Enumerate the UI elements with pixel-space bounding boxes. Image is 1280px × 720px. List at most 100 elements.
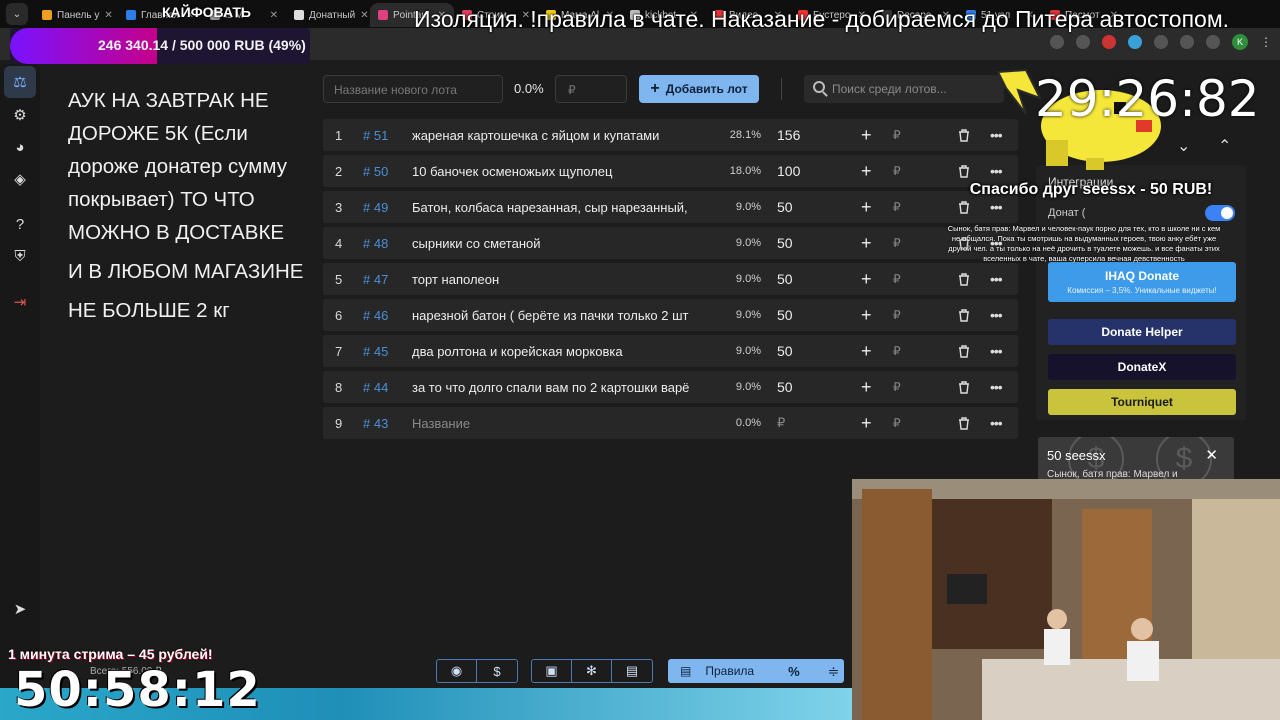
donation-service-button[interactable]: Tourniquet [1048, 389, 1236, 415]
layers-icon[interactable]: ◈ [10, 169, 30, 189]
donate-toggle[interactable] [1205, 205, 1235, 221]
trash-icon[interactable] [958, 128, 970, 142]
lot-amount: 50 [777, 235, 793, 251]
lot-id[interactable]: # 45 [363, 344, 388, 359]
dollar-icon[interactable]: $ [477, 660, 517, 682]
amount-input[interactable]: ₽ [893, 200, 901, 214]
extension-icon[interactable] [1154, 35, 1168, 49]
lot-id[interactable]: # 50 [363, 164, 388, 179]
lot-id[interactable]: # 48 [363, 236, 388, 251]
new-lot-name-input[interactable]: Название нового лота [323, 75, 503, 103]
lot-name[interactable]: два ролтона и корейская морковка [412, 344, 714, 359]
tab-search-button[interactable]: ⌄ [6, 3, 28, 25]
lot-id[interactable]: # 49 [363, 200, 388, 215]
save-icon[interactable]: ▣ [532, 660, 572, 682]
lot-name[interactable]: сырники со сметаной [412, 236, 714, 251]
add-amount-icon[interactable]: + [861, 233, 872, 254]
percent-icon[interactable]: % [788, 664, 800, 679]
add-amount-icon[interactable]: + [861, 305, 872, 326]
browser-tab[interactable]: Донатный ✕ [286, 3, 370, 27]
more-options-icon[interactable]: ••• [990, 415, 1003, 431]
download-icon[interactable] [1206, 35, 1220, 49]
lot-id[interactable]: # 43 [363, 416, 388, 431]
add-amount-icon[interactable]: + [861, 125, 872, 146]
settings-gear-icon[interactable]: ⚙ [10, 105, 30, 125]
shield-icon[interactable]: ⛨ [10, 246, 30, 266]
lot-name[interactable]: Название [412, 416, 714, 431]
adblock-icon[interactable] [1102, 35, 1116, 49]
lot-id[interactable]: # 47 [363, 272, 388, 287]
rules-button[interactable]: ▤ Правила % ≑ [668, 659, 844, 683]
add-amount-icon[interactable]: + [861, 269, 872, 290]
add-amount-icon[interactable]: + [861, 341, 872, 362]
extension-icon[interactable] [1128, 35, 1142, 49]
logout-icon[interactable]: ⇥ [10, 292, 30, 312]
auction-gavel-icon[interactable]: ⚖ [4, 66, 36, 98]
lot-id[interactable]: # 44 [363, 380, 388, 395]
donation-service-button[interactable]: Donate Helper [1048, 319, 1236, 345]
new-lot-percent: 0.0% [514, 81, 544, 96]
close-icon[interactable]: ✕ [1205, 446, 1218, 464]
trash-icon[interactable] [958, 200, 970, 214]
lot-search-input[interactable]: Поиск среди лотов... [804, 75, 1004, 103]
add-lot-button[interactable]: + Добавить лот [639, 75, 759, 103]
new-lot-amount-input[interactable]: ₽ [555, 75, 627, 103]
more-options-icon[interactable]: ••• [990, 343, 1003, 359]
bookmark-star-icon[interactable] [1076, 35, 1090, 49]
amount-input[interactable]: ₽ [893, 128, 901, 142]
wheel-icon[interactable]: ◕ [10, 137, 30, 157]
lot-name[interactable]: Батон, колбаса нарезанная, сыр нарезанны… [412, 200, 714, 215]
lot-amount: 50 [777, 271, 793, 287]
lot-id[interactable]: # 46 [363, 308, 388, 323]
trash-icon[interactable] [958, 164, 970, 178]
amount-input[interactable]: ₽ [893, 416, 901, 430]
lot-name[interactable]: торт наполеон [412, 272, 714, 287]
menu-icon[interactable]: ⋮ [1260, 35, 1272, 49]
rules-line: АУК НА ЗАВТРАК НЕ ДОРОЖЕ 5К (Если дороже… [68, 89, 287, 244]
trash-icon[interactable] [958, 416, 970, 430]
trash-icon[interactable] [958, 308, 970, 322]
github-icon[interactable]: ◉ [437, 660, 477, 682]
clear-icon[interactable]: ▤ [612, 660, 652, 682]
amount-input[interactable]: ₽ [893, 380, 901, 394]
close-tab-icon[interactable]: ✕ [360, 10, 368, 21]
more-options-icon[interactable]: ••• [990, 379, 1003, 395]
amount-input[interactable]: ₽ [893, 308, 901, 322]
donation-service-button[interactable]: IHAQ Donate Комиссия – 3,5%. Уникальные в… [1048, 262, 1236, 302]
help-icon[interactable]: ? [10, 214, 30, 234]
telegram-icon[interactable]: ➤ [10, 599, 30, 619]
lot-name[interactable]: нарезной батон ( берёте из пачки только … [412, 308, 714, 323]
profile-avatar[interactable]: K [1232, 34, 1248, 50]
service-title: Tourniquet [1111, 395, 1173, 409]
add-amount-icon[interactable]: + [861, 377, 872, 398]
lot-name[interactable]: 10 баночек осменожьих щуполец [412, 164, 714, 179]
lot-id[interactable]: # 51 [363, 128, 388, 143]
trash-icon[interactable] [958, 344, 970, 358]
chevron-down-icon[interactable]: ⌄ [1177, 136, 1190, 156]
amount-input[interactable]: ₽ [893, 272, 901, 286]
browser-tab[interactable]: Панель у ✕ [34, 3, 118, 27]
add-amount-icon[interactable]: + [861, 161, 872, 182]
more-options-icon[interactable]: ••• [990, 271, 1003, 287]
more-options-icon[interactable]: ••• [990, 199, 1003, 215]
chevron-up-icon[interactable]: ⌃ [1218, 136, 1231, 156]
donation-service-button[interactable]: DonateX [1048, 354, 1236, 380]
bug-icon[interactable]: ✻ [572, 660, 612, 682]
puzzle-icon[interactable] [1180, 35, 1194, 49]
amount-input[interactable]: ₽ [893, 236, 901, 250]
close-tab-icon[interactable]: ✕ [104, 10, 112, 21]
add-amount-icon[interactable]: + [861, 413, 872, 434]
translate-icon[interactable] [1050, 35, 1064, 49]
trash-icon[interactable] [958, 380, 970, 394]
lot-position: 6 [335, 307, 343, 323]
split-icon[interactable]: ≑ [828, 663, 840, 680]
add-amount-icon[interactable]: + [861, 197, 872, 218]
lot-name[interactable]: жареная картошечка с яйцом и купатами [412, 128, 714, 143]
lot-name[interactable]: за то что долго спали вам по 2 картошки … [412, 380, 714, 395]
amount-input[interactable]: ₽ [893, 164, 901, 178]
tab-title: Донатный [309, 9, 356, 21]
amount-input[interactable]: ₽ [893, 344, 901, 358]
trash-icon[interactable] [958, 272, 970, 286]
close-tab-icon[interactable]: ✕ [270, 10, 278, 21]
more-options-icon[interactable]: ••• [990, 307, 1003, 323]
